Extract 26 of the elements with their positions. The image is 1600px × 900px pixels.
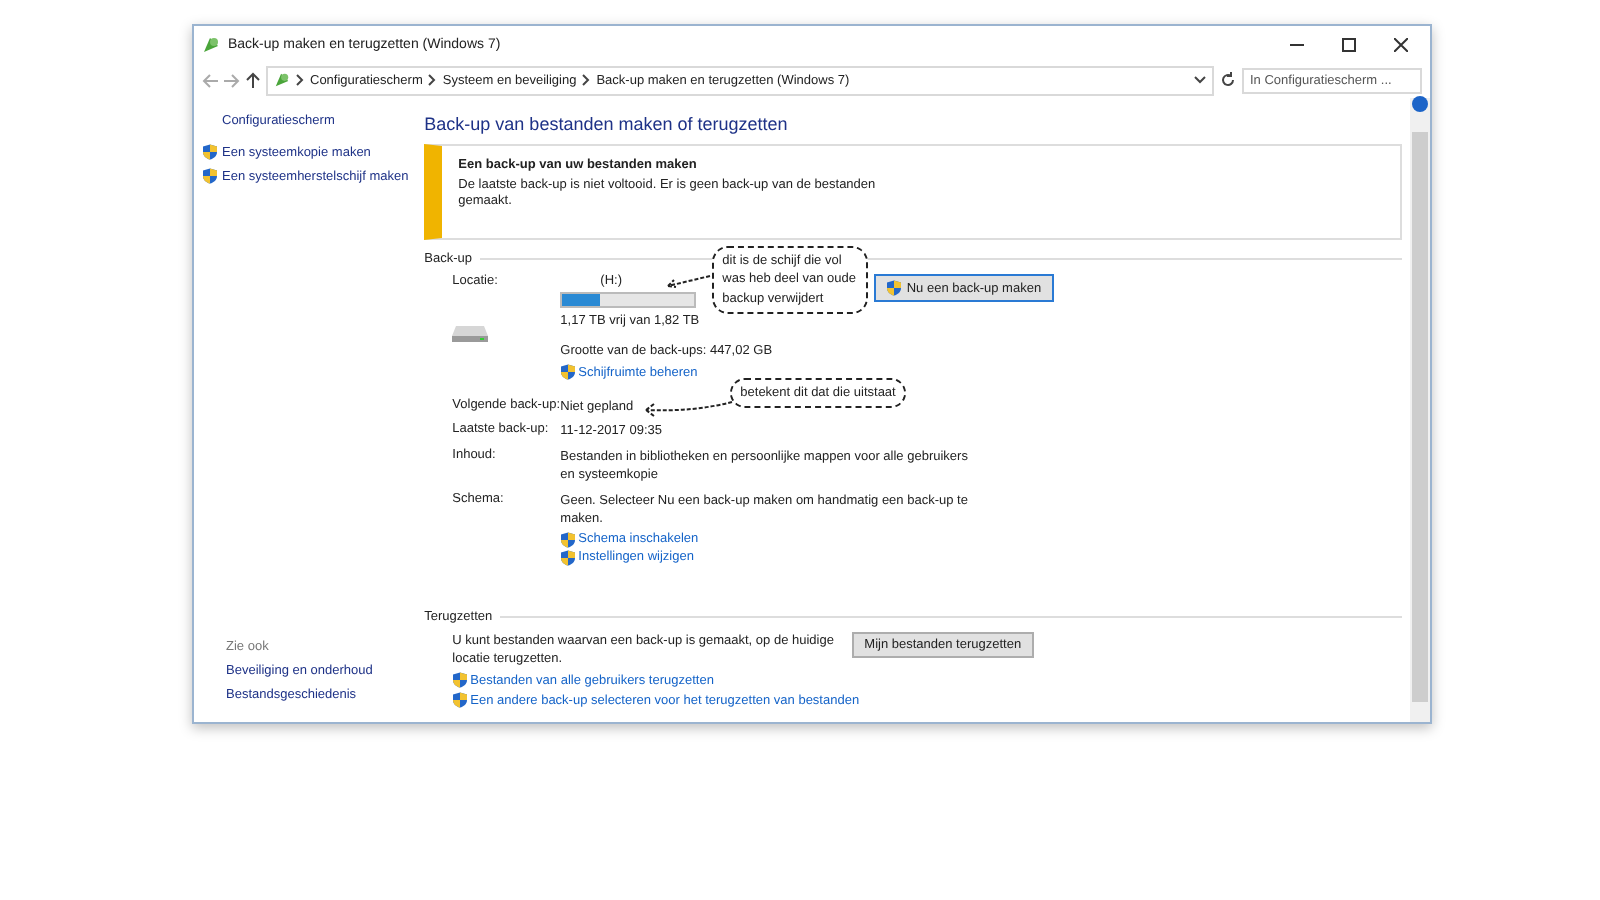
help-icon[interactable] [1411, 96, 1428, 112]
up-arrow-icon[interactable] [246, 72, 260, 88]
scrollbar[interactable] [1409, 98, 1430, 722]
close-icon[interactable] [1393, 37, 1407, 51]
shield-icon [886, 280, 903, 296]
shield-icon [452, 692, 469, 709]
refresh-icon[interactable] [1220, 72, 1236, 88]
chevron-icon [296, 74, 304, 86]
shield-icon [560, 531, 577, 548]
shield-icon [202, 168, 218, 184]
dropdown-icon[interactable] [1194, 76, 1206, 84]
drive-icon [452, 324, 489, 342]
page-heading: Back-up van bestanden maken of terugzetten [424, 114, 790, 134]
shield-icon [452, 672, 469, 689]
shield-icon [202, 144, 218, 160]
chevron-icon [428, 74, 437, 86]
chevron-icon [582, 74, 591, 86]
annotation-arrow [667, 275, 712, 288]
annotation-arrow [645, 401, 734, 417]
scrollbar-thumb[interactable] [1411, 132, 1428, 702]
shield-icon [560, 549, 577, 566]
app-icon [274, 72, 290, 88]
app-icon [202, 35, 220, 53]
shield-icon [560, 364, 577, 380]
minimize-icon[interactable] [1289, 43, 1303, 45]
maximize-icon[interactable] [1341, 37, 1355, 51]
